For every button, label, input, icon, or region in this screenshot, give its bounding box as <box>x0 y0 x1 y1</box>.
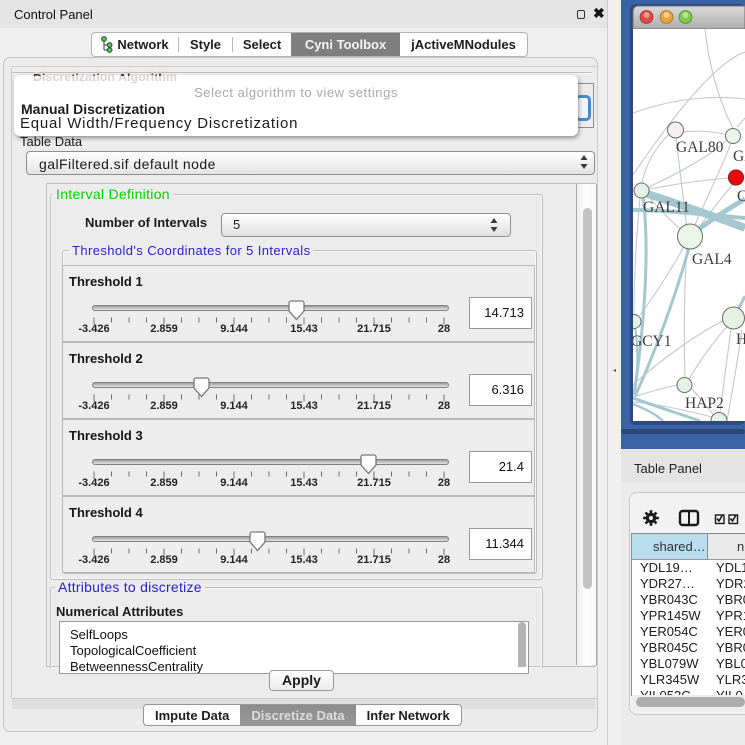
svg-text:GAL11: GAL11 <box>643 199 690 216</box>
svg-text:H: H <box>736 331 745 348</box>
svg-text:GAL80: GAL80 <box>676 139 724 156</box>
svg-text:C: C <box>737 188 745 205</box>
svg-text:GA: GA <box>733 148 745 165</box>
svg-text:GCY1: GCY1 <box>631 333 671 350</box>
svg-text:GAL4: GAL4 <box>692 251 732 268</box>
svg-text:HAP2: HAP2 <box>685 395 724 412</box>
